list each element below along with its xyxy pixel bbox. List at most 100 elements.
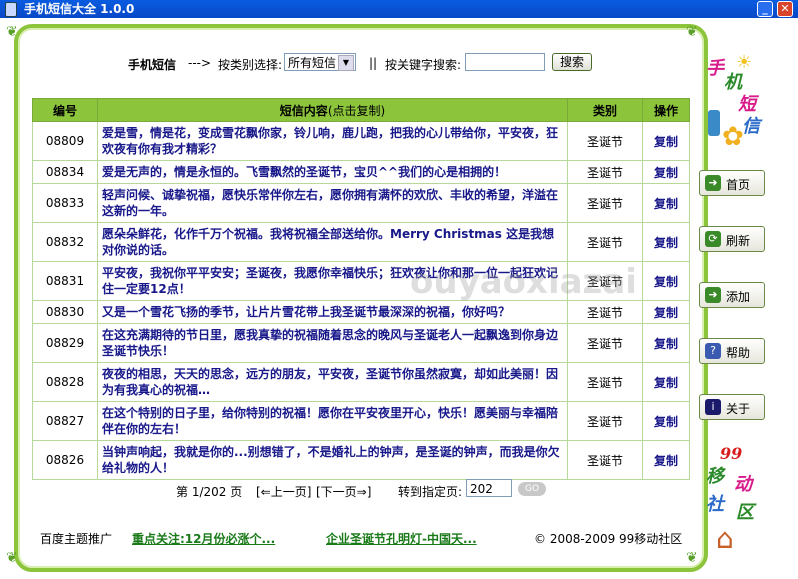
home-arrow-icon: ➜ xyxy=(705,175,721,191)
row-message[interactable]: 当钟声响起，我就是你的...别想错了，不是婚礼上的钟声，是圣诞的钟声，而我是你欠… xyxy=(97,440,568,480)
sun-icon: ☀ xyxy=(736,52,753,73)
table-row: 08830 又是一个雪花飞扬的季节，让片片雪花带上我圣诞节最深深的祝福，你好吗？圣… xyxy=(32,300,690,324)
header-content: 短信内容(点击复制) xyxy=(97,98,568,122)
phone-icon xyxy=(708,110,720,136)
table-header: 编号 短信内容(点击复制) 类别 操作 xyxy=(32,98,690,122)
promo-label: 百度主题推广 xyxy=(40,532,113,546)
promo-link-1[interactable]: 重点关注:12月份必涨个... xyxy=(132,530,275,547)
copy-button[interactable]: 复制 xyxy=(642,222,690,262)
help-icon: ? xyxy=(705,343,721,359)
copy-button[interactable]: 复制 xyxy=(642,183,690,223)
prev-page-link[interactable]: [⇐上一页] xyxy=(256,483,311,500)
community-logo: 99 移 动 社 区 ⌂ xyxy=(700,440,760,560)
copy-button[interactable]: 复制 xyxy=(642,121,690,161)
table-row: 08827 在这个特别的日子里，给你特别的祝福！愿你在平安夜里开心，快乐！愿美丽与… xyxy=(32,401,690,441)
row-message[interactable]: 在这个特别的日子里，给你特别的祝福！愿你在平安夜里开心，快乐！愿美丽与幸福陪伴在… xyxy=(97,401,568,441)
search-button[interactable]: 搜索 xyxy=(552,53,592,71)
app-phone-icon xyxy=(5,2,17,17)
app-window: 手机短信大全 1.0.0 _ ✕ ❦ ❦ ❦ ❦ 手机短信 ---> 按类别选择… xyxy=(0,0,798,579)
vine-ornament-icon: ❦ xyxy=(686,24,698,40)
keyword-label: 按关键字搜索: xyxy=(385,58,462,72)
nav-button-label: 刷新 xyxy=(726,234,751,248)
row-category: 圣诞节 xyxy=(567,121,643,161)
close-icon[interactable]: ✕ xyxy=(777,1,793,17)
row-id: 08829 xyxy=(32,323,98,363)
next-page-link[interactable]: [下一页⇒] xyxy=(316,483,371,500)
copy-button[interactable]: 复制 xyxy=(642,261,690,301)
row-message[interactable]: 夜夜的相思，天天的思念，远方的朋友，平安夜，圣诞节你虽然寂寞，却如此美丽！因为有… xyxy=(97,362,568,402)
row-message[interactable]: 又是一个雪花飞扬的季节，让片片雪花带上我圣诞节最深深的祝福，你好吗？ xyxy=(97,300,568,324)
table-row: 08828 夜夜的相思，天天的思念，远方的朋友，平安夜，圣诞节你虽然寂寞，却如此美… xyxy=(32,362,690,402)
row-category: 圣诞节 xyxy=(567,300,643,324)
row-message[interactable]: 轻声问候、诚挚祝福，愿快乐常伴你左右，愿你拥有满怀的欢欣、丰收的希望，洋溢在这新… xyxy=(97,183,568,223)
row-category: 圣诞节 xyxy=(567,401,643,441)
header-category: 类别 xyxy=(567,98,643,122)
table-row: 08809 爱是雪，情是花，变成雪花飘你家，铃儿响，鹿儿跑，把我的心儿带给你，平安… xyxy=(32,121,690,161)
copy-button[interactable]: 复制 xyxy=(642,362,690,402)
row-message[interactable]: 爱是雪，情是花，变成雪花飘你家，铃儿响，鹿儿跑，把我的心儿带给你，平安夜，狂欢夜… xyxy=(97,121,568,161)
row-id: 08830 xyxy=(32,300,98,324)
logo-char: 移 xyxy=(706,466,724,487)
copy-button[interactable]: 复制 xyxy=(642,401,690,441)
header-id: 编号 xyxy=(32,98,98,122)
row-message[interactable]: 爱是无声的，情是永恒的。飞雪飘然的圣诞节，宝贝^^我们的心是相拥的！ xyxy=(97,160,568,184)
keyword-input[interactable] xyxy=(465,53,545,71)
copy-button[interactable]: 复制 xyxy=(642,160,690,184)
row-id: 08833 xyxy=(32,183,98,223)
add-arrow-icon: ➜ xyxy=(705,287,721,303)
row-category: 圣诞节 xyxy=(567,362,643,402)
logo-char: 信 xyxy=(742,116,760,137)
copy-button[interactable]: 复制 xyxy=(642,300,690,324)
category-label: 按类别选择: xyxy=(218,58,283,72)
row-id: 08834 xyxy=(32,160,98,184)
row-message[interactable]: 愿朵朵鲜花，化作千万个祝福。我将祝福全部送给你。Merry Christmas … xyxy=(97,222,568,262)
separator-text: || xyxy=(369,56,378,70)
row-category: 圣诞节 xyxy=(567,183,643,223)
table-row: 08832 愿朵朵鲜花，化作千万个祝福。我将祝福全部送给你。Merry Chris… xyxy=(32,222,690,262)
minimize-icon[interactable]: _ xyxy=(757,1,773,17)
page-indicator: 第 1/202 页 xyxy=(176,485,243,499)
copy-button[interactable]: 复制 xyxy=(642,323,690,363)
row-id: 08828 xyxy=(32,362,98,402)
logo-char: 99 xyxy=(720,444,743,463)
vine-ornament-icon: ❦ xyxy=(6,550,18,566)
sms-logo: 手 机 短 信 ☀ ✿ xyxy=(700,50,760,160)
row-id: 08826 xyxy=(32,440,98,480)
info-icon: i xyxy=(705,399,721,415)
nav-button-label: 关于 xyxy=(726,402,751,416)
refresh-icon: ⟳ xyxy=(705,231,721,247)
nav-button-label: 帮助 xyxy=(726,346,751,360)
watermark: ouyaoxiazai xyxy=(410,262,637,302)
table-row: 08829 在这充满期待的节日里，愿我真挚的祝福随着思念的晚风与圣诞老人一起飘逸到… xyxy=(32,323,690,363)
chevron-down-icon[interactable]: ▼ xyxy=(338,55,354,71)
vine-ornament-icon: ❦ xyxy=(6,24,18,40)
nav-button-4[interactable]: i 关于 xyxy=(699,394,765,420)
copyright-text: © 2008-2009 99移动社区 xyxy=(534,532,683,546)
vine-ornament-icon: ❦ xyxy=(686,550,698,566)
table-row: 08833 轻声问候、诚挚祝福，愿快乐常伴你左右，愿你拥有满怀的欢欣、丰收的希望，… xyxy=(32,183,690,223)
arrow-text: ---> xyxy=(188,56,212,70)
search-toolbar: 手机短信 ---> 按类别选择: 所有短信 ▼ || 按关键字搜索: 搜索 xyxy=(0,52,690,74)
nav-button-0[interactable]: ➜ 首页 xyxy=(699,170,765,196)
row-id: 08827 xyxy=(32,401,98,441)
nav-button-label: 添加 xyxy=(726,290,751,304)
category-select-value: 所有短信 xyxy=(288,56,337,70)
goto-page-input[interactable]: 202 xyxy=(466,479,512,497)
nav-button-2[interactable]: ➜ 添加 xyxy=(699,282,765,308)
header-content-label: 短信内容 xyxy=(279,103,328,118)
promo-link-2[interactable]: 企业圣诞节孔明灯-中国天... xyxy=(326,530,477,547)
nav-button-3[interactable]: ? 帮助 xyxy=(699,338,765,364)
flower-icon: ✿ xyxy=(722,122,744,152)
category-select[interactable]: 所有短信 ▼ xyxy=(284,53,356,71)
row-category: 圣诞节 xyxy=(567,160,643,184)
nav-button-label: 首页 xyxy=(726,178,751,192)
app-label: 手机短信 xyxy=(128,58,177,72)
row-category: 圣诞节 xyxy=(567,323,643,363)
copy-button[interactable]: 复制 xyxy=(642,440,690,480)
nav-button-1[interactable]: ⟳ 刷新 xyxy=(699,226,765,252)
header-content-hint: (点击复制) xyxy=(327,103,386,118)
header-action: 操作 xyxy=(642,98,690,122)
logo-char: 手 xyxy=(706,58,724,79)
go-button[interactable]: GO xyxy=(518,482,546,496)
row-message[interactable]: 在这充满期待的节日里，愿我真挚的祝福随着思念的晚风与圣诞老人一起飘逸到你身边圣诞… xyxy=(97,323,568,363)
